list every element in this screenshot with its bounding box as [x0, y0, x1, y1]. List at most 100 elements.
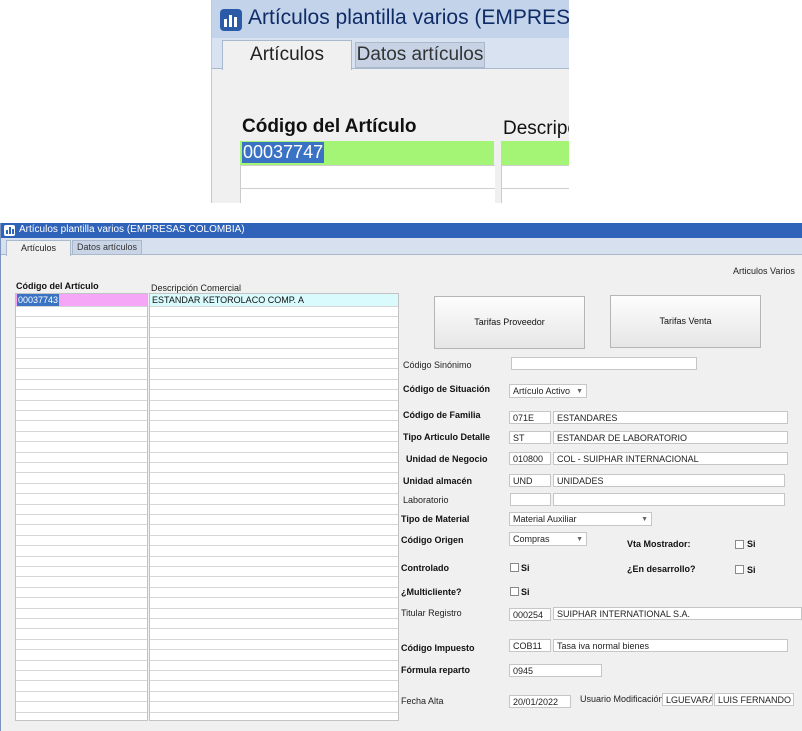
laboratorio-code[interactable] — [510, 493, 551, 506]
grid-row-line — [150, 535, 398, 536]
grid-row-line — [150, 691, 398, 692]
titular-registro-label: Titular Registro — [401, 608, 462, 618]
grid-row-line — [150, 608, 398, 609]
zoom-tab-strip: Artículos Datos artículos — [212, 38, 569, 70]
grid-row-line — [16, 556, 147, 557]
codigo-impuesto-code[interactable]: COB11 — [509, 639, 551, 652]
tarifas-proveedor-button[interactable]: Tarifas Proveedor — [434, 296, 585, 349]
codigo-situacion-label: Código de Situación — [403, 384, 490, 394]
unidad-negocio-code[interactable]: 010800 — [509, 452, 551, 465]
code-column[interactable]: 00037743 — [15, 293, 148, 721]
codigo-impuesto-desc[interactable]: Tasa iva normal bienes — [553, 639, 788, 652]
tipo-articulo-label: Tipo Articulo Detalle — [403, 432, 491, 442]
desc-cell-value: ESTANDAR KETOROLACO COMP. A — [152, 295, 305, 305]
zoom-tab-articulos[interactable]: Artículos — [222, 40, 352, 70]
grid-row-line — [150, 670, 398, 671]
grid-row-line — [16, 327, 147, 328]
zoom-code-header: Código del Artículo — [242, 116, 417, 137]
grid-row-line — [16, 691, 147, 692]
grid-row-line — [16, 597, 147, 598]
formula-reparto-label: Fórmula reparto — [401, 665, 471, 675]
grid-row-line — [16, 389, 147, 390]
grid-row-line — [16, 504, 147, 505]
zoom-desc-cell[interactable] — [501, 141, 569, 165]
controlado-checkbox[interactable] — [510, 563, 519, 572]
fecha-alta-label: Fecha Alta — [401, 696, 444, 706]
fecha-alta-field[interactable]: 20/01/2022 — [509, 695, 571, 708]
grid-row-line — [16, 618, 147, 619]
grid-row-line — [150, 389, 398, 390]
unidad-almacen-desc[interactable]: UNIDADES — [553, 474, 785, 487]
grid-row-line — [150, 452, 398, 453]
tipo-articulo-desc[interactable]: ESTANDAR DE LABORATORIO — [553, 431, 788, 444]
laboratorio-label: Laboratorio — [403, 495, 449, 505]
grid-row-line — [150, 337, 398, 338]
grid-row-line — [16, 670, 147, 671]
code-column-header[interactable]: Código del Artículo — [16, 281, 99, 291]
codigo-familia-desc[interactable]: ESTANDARES — [553, 411, 788, 424]
desc-column[interactable]: ESTANDAR KETOROLACO COMP. A — [149, 293, 399, 721]
en-desarrollo-checkbox[interactable] — [735, 565, 744, 574]
grid-row-line — [150, 420, 398, 421]
tipo-articulo-code[interactable]: ST — [509, 431, 551, 444]
titular-registro-desc[interactable]: SUIPHAR INTERNATIONAL S.A. — [553, 607, 802, 620]
codigo-origen-select[interactable]: Compras ▼ — [509, 532, 587, 546]
en-desarrollo-check-label: Si — [747, 565, 756, 575]
table-row-desc-cell[interactable]: ESTANDAR KETOROLACO COMP. A — [150, 294, 398, 306]
tipo-material-value: Material Auxiliar — [513, 514, 577, 524]
app-icon — [220, 9, 242, 31]
vta-mostrador-check-label: Si — [747, 539, 756, 549]
grid-row-line — [16, 379, 147, 380]
vta-mostrador-checkbox[interactable] — [735, 540, 744, 549]
titular-registro-code[interactable]: 000254 — [509, 608, 551, 621]
grid-row-line — [150, 358, 398, 359]
unidad-negocio-label: Unidad de Negocio — [406, 454, 488, 464]
app-icon — [4, 225, 15, 236]
multicliente-checkbox[interactable] — [510, 587, 519, 596]
grid-row-line — [16, 608, 147, 609]
zoom-title-bar: Artículos plantilla varios (EMPRESAS — [212, 0, 569, 38]
tab-articulos[interactable]: Artículos — [6, 240, 71, 256]
grid-row-line — [150, 514, 398, 515]
multicliente-label: ¿Multicliente? — [401, 587, 462, 597]
codigo-impuesto-label: Código Impuesto — [401, 643, 475, 653]
unidad-almacen-code[interactable]: UND — [509, 474, 551, 487]
codigo-origen-label: Código Origen — [401, 535, 464, 545]
grid-row-line — [16, 462, 147, 463]
tab-strip: Artículos Datos artículos — [1, 238, 802, 256]
codigo-sinonimo-label: Código Sinónimo — [403, 360, 472, 370]
window-title: Artículos plantilla varios (EMPRESAS COL… — [19, 224, 245, 235]
multicliente-check-label: Si — [521, 587, 530, 597]
grid-row-line — [16, 400, 147, 401]
zoom-inset: Artículos plantilla varios (EMPRESAS Art… — [211, 0, 569, 203]
chevron-down-icon: ▼ — [641, 516, 648, 523]
codigo-familia-code[interactable]: 071E — [509, 411, 551, 424]
formula-reparto-field[interactable]: 0945 — [509, 664, 602, 677]
desc-column-header[interactable]: Descripción Comercial — [151, 283, 241, 293]
grid-row-line — [16, 712, 147, 713]
tipo-material-label: Tipo de Material — [401, 514, 470, 524]
zoom-tab-datos-articulos[interactable]: Datos artículos — [355, 42, 485, 68]
laboratorio-desc[interactable] — [553, 493, 785, 506]
unidad-negocio-desc[interactable]: COL - SUIPHAR INTERNACIONAL — [553, 452, 788, 465]
zoom-code-cell[interactable]: 00037747 — [240, 141, 494, 165]
grid-row-line — [150, 400, 398, 401]
grid-row-line — [150, 712, 398, 713]
tipo-material-select[interactable]: Material Auxiliar ▼ — [509, 512, 652, 526]
grid-row-line — [150, 660, 398, 661]
grid-row-line — [150, 327, 398, 328]
tarifas-venta-button[interactable]: Tarifas Venta — [610, 295, 761, 348]
grid-row-line — [150, 504, 398, 505]
grid-row-line — [150, 566, 398, 567]
codigo-sinonimo-field[interactable] — [511, 357, 697, 370]
table-row-code-cell[interactable]: 00037743 — [16, 294, 147, 306]
codigo-situacion-select[interactable]: Artículo Activo ▼ — [509, 384, 587, 398]
grid-row-line — [150, 680, 398, 681]
usuario-mod-name[interactable]: LUIS FERNANDO GL — [714, 693, 794, 706]
zoom-title-text: Artículos plantilla varios (EMPRESAS — [248, 6, 569, 29]
grid-row-line — [150, 348, 398, 349]
zoom-desc-column — [501, 165, 569, 203]
grid-row-line — [150, 306, 398, 307]
usuario-mod-code[interactable]: LGUEVARA — [662, 693, 713, 706]
tab-datos-articulos[interactable]: Datos artículos — [72, 240, 142, 255]
